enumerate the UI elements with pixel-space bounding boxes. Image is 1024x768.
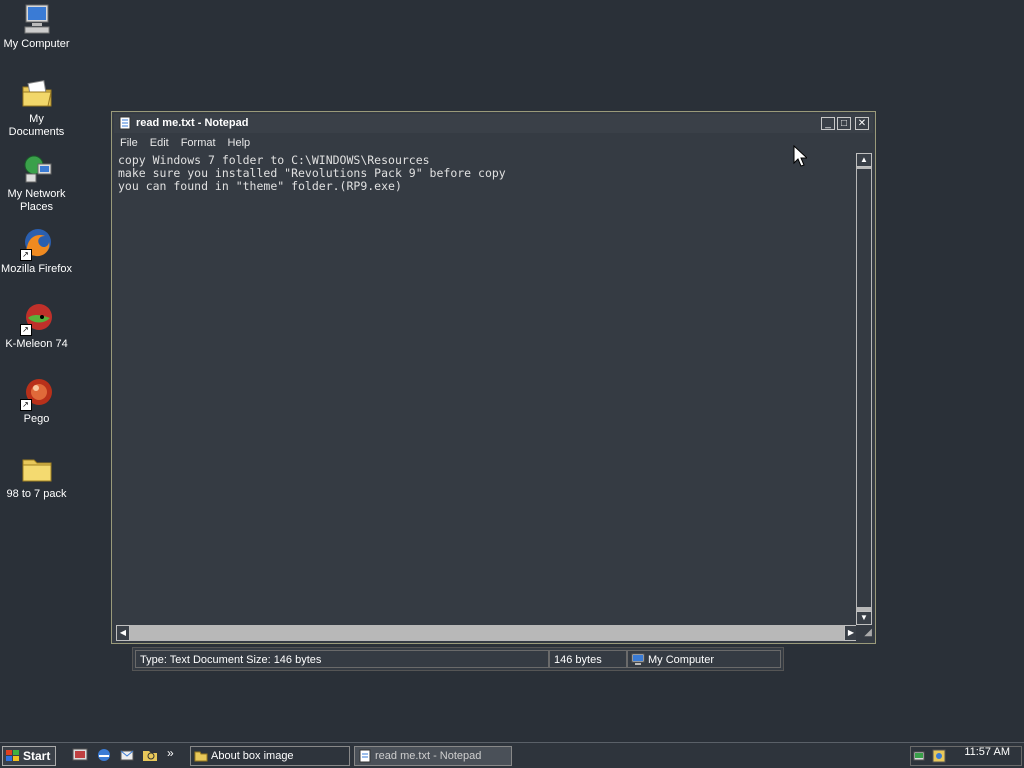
computer-icon [631,653,645,665]
show-desktop-icon[interactable] [72,747,88,763]
notepad-icon [359,749,371,763]
firefox-icon: ↗ [19,227,54,261]
desktop-icon-98-to-7-pack[interactable]: 98 to 7 pack [0,452,73,501]
desktop-icon-my-documents[interactable]: My Documents [0,77,73,139]
internet-explorer-icon[interactable] [96,747,112,763]
notepad-icon [118,116,132,130]
mouse-cursor-icon [793,145,807,167]
desktop-icon-my-computer[interactable]: My Computer [0,2,73,51]
kmeleon-icon: ↗ [19,302,54,336]
network-tray-icon[interactable] [913,748,929,764]
shortcut-arrow-icon: ↗ [19,324,32,336]
menu-file[interactable]: File [114,134,144,149]
title-bar[interactable]: read me.txt - Notepad _ □ ✕ [114,114,873,133]
start-label: Start [23,749,51,763]
pego-icon: ↗ [19,377,54,411]
explorer-search-icon[interactable] [142,747,158,763]
vertical-scrollbar[interactable]: ▲ ▼ [856,153,872,625]
desktop-icon-pego[interactable]: ↗ Pego [0,377,73,426]
taskbar-button-notepad[interactable]: read me.txt - Notepad [354,746,512,766]
scroll-down-arrow-icon[interactable]: ▼ [856,611,872,625]
scroll-left-arrow-icon[interactable]: ◀ [116,625,130,641]
status-size: 146 bytes [549,650,627,668]
desktop-icon-label: My Documents [8,113,65,138]
shortcut-arrow-icon: ↗ [19,249,32,261]
clock[interactable]: 11:57 AM [964,746,1010,758]
vertical-scroll-track[interactable] [857,169,871,607]
desktop-icon-firefox[interactable]: ↗ Mozilla Firefox [0,227,73,276]
taskbar-button-label: read me.txt - Notepad [375,750,482,762]
desktop-icon-label: My Computer [3,38,70,50]
horizontal-scroll-thumb[interactable] [132,626,842,640]
scroll-up-arrow-icon[interactable]: ▲ [856,153,872,167]
shortcut-arrow-icon: ↗ [19,399,32,411]
desktop-icon-label: 98 to 7 pack [6,488,67,500]
menu-format[interactable]: Format [175,134,222,149]
desktop-icon-label: Pego [23,413,50,425]
maximize-button[interactable]: □ [837,117,851,130]
taskbar-button-about-box-image[interactable]: About box image [190,746,350,766]
window-title: read me.txt - Notepad [136,117,249,129]
status-location: My Computer [627,650,781,668]
outlook-express-icon[interactable] [119,747,135,763]
windows-flag-icon [6,750,19,761]
computer-icon [20,2,54,36]
desktop-icon-network-places[interactable]: My Network Places [0,152,73,214]
horizontal-scrollbar[interactable]: ◀ ▶ [116,625,858,641]
resize-grip-icon[interactable]: ◢ [856,625,872,641]
network-icon [20,152,54,186]
desktop-icon-kmeleon[interactable]: ↗ K-Meleon 74 [0,302,73,351]
text-editor[interactable]: copy Windows 7 folder to C:\WINDOWS\Reso… [116,153,858,625]
notepad-window[interactable]: read me.txt - Notepad _ □ ✕ File Edit Form… [111,111,876,644]
taskbar-button-label: About box image [211,750,294,762]
menu-help[interactable]: Help [222,134,257,149]
status-bar: Type: Text Document Size: 146 bytes 146 … [132,647,784,671]
status-location-label: My Computer [648,654,715,666]
desktop-icon-label: Mozilla Firefox [1,263,72,275]
menu-edit[interactable]: Edit [144,134,175,149]
taskbar: Start » About box image read me.txt - No… [0,742,1024,768]
desktop-icon-label: My Network Places [7,188,66,213]
quick-launch-chevron[interactable]: » [167,746,174,760]
documents-folder-icon [20,77,54,111]
menu-bar: File Edit Format Help [114,134,873,152]
status-type-info: Type: Text Document Size: 146 bytes [135,650,549,668]
desktop-icon-label: K-Meleon 74 [5,338,68,350]
close-button[interactable]: ✕ [855,117,869,130]
folder-icon [194,751,208,762]
start-button[interactable]: Start [2,746,56,766]
folder-icon [20,452,54,486]
minimize-button[interactable]: _ [821,117,835,130]
utility-tray-icon[interactable] [931,748,947,764]
